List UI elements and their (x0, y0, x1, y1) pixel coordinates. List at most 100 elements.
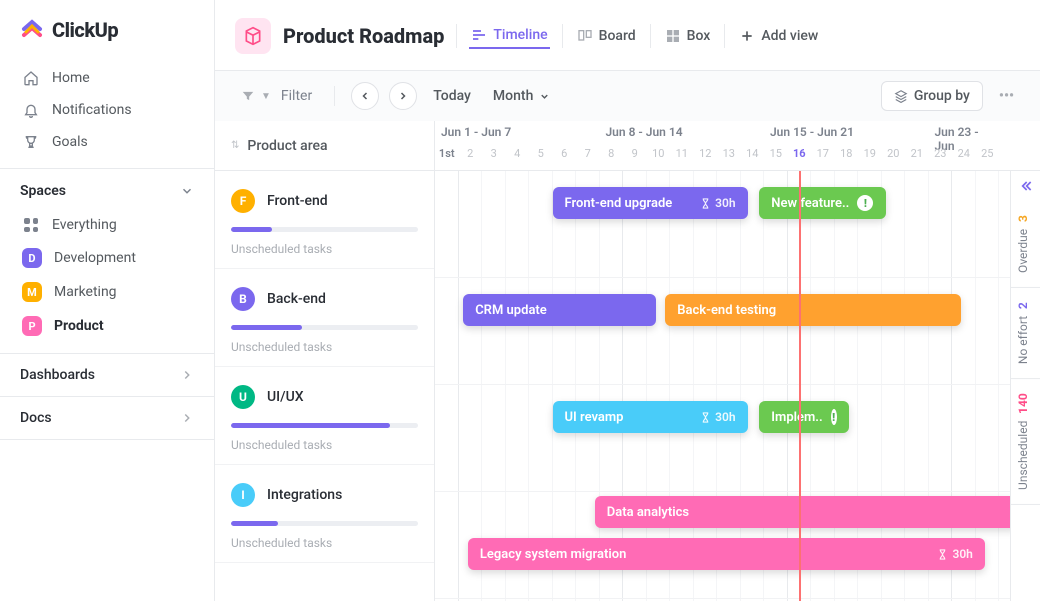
group-back-end[interactable]: B Back-end Unscheduled tasks (215, 269, 434, 367)
timeline-row[interactable]: UI revamp30h Implem..! (435, 385, 1040, 492)
group-front-end[interactable]: F Front-end Unscheduled tasks (215, 171, 434, 269)
task-bar[interactable]: Data analytics (595, 496, 1018, 528)
task-label: Data analytics (607, 505, 689, 520)
day-label: 12 (694, 147, 718, 171)
logo[interactable]: ClickUp (0, 0, 214, 62)
nav-goals[interactable]: Goals (8, 126, 206, 158)
board-icon (577, 28, 593, 44)
day-label: 8 (600, 147, 624, 171)
day-label: 21 (905, 147, 929, 171)
nav-home[interactable]: Home (8, 62, 206, 94)
group-name: Integrations (267, 487, 342, 503)
task-bar[interactable]: Front-end upgrade 30h (553, 187, 748, 219)
scale-dropdown[interactable]: Month (487, 84, 556, 108)
add-view[interactable]: Add view (737, 24, 820, 48)
task-bar[interactable]: Legacy system migration30h (468, 538, 985, 570)
chevron-left-icon (359, 90, 371, 102)
timeline-row[interactable]: CRM update Back-end testing (435, 278, 1040, 385)
group-column-header[interactable]: ⇅ Product area (215, 121, 434, 171)
tab-overdue[interactable]: Overdue 3 (1011, 201, 1040, 288)
day-label: 18 (835, 147, 859, 171)
task-bar[interactable]: Back-end testing (665, 294, 961, 326)
groupby-button[interactable]: Group by (881, 81, 983, 111)
task-bar[interactable]: UI revamp30h (553, 401, 748, 433)
space-product[interactable]: PProduct (8, 309, 206, 343)
filter-icon (241, 89, 255, 103)
tab-unscheduled[interactable]: Unscheduled 140 (1011, 379, 1040, 505)
bell-icon (22, 101, 40, 119)
group-badge: I (231, 483, 255, 507)
main: Product Roadmap Timeline Board Box Add v… (215, 0, 1040, 601)
week-label: Jun 23 - Jun (929, 121, 1000, 147)
right-panel-tabs: Overdue 3 No effort 2 Unscheduled 140 (1010, 171, 1040, 601)
home-icon (22, 69, 40, 87)
group-progress (231, 325, 418, 330)
group-integrations[interactable]: I Integrations Unscheduled tasks (215, 465, 434, 563)
day-label: 4 (506, 147, 530, 171)
page-icon[interactable] (235, 18, 271, 54)
day-label: 6 (553, 147, 577, 171)
chevron-down-icon (180, 184, 194, 198)
unscheduled-link[interactable]: Unscheduled tasks (231, 438, 418, 452)
grid-icon (22, 216, 40, 234)
timeline-row[interactable]: Data analytics Legacy system migration30h (435, 492, 1040, 599)
more-button[interactable]: ••• (993, 84, 1020, 108)
space-badge: D (22, 248, 42, 268)
plus-icon (739, 28, 755, 44)
task-label: Implem.. (771, 410, 822, 425)
day-label: 2 (459, 147, 483, 171)
group-badge: F (231, 189, 255, 213)
day-label: 10 (647, 147, 671, 171)
group-badge: B (231, 287, 255, 311)
space-badge: P (22, 316, 42, 336)
unscheduled-link[interactable]: Unscheduled tasks (231, 536, 418, 550)
task-bar[interactable]: CRM update (463, 294, 656, 326)
prev-button[interactable] (351, 82, 379, 110)
space-marketing[interactable]: MMarketing (8, 275, 206, 309)
day-label: 14 (741, 147, 765, 171)
collapse-button[interactable] (1011, 171, 1040, 201)
hourglass-icon (937, 549, 948, 560)
today-button[interactable]: Today (427, 84, 477, 108)
tab-no-effort[interactable]: No effort 2 (1011, 288, 1040, 379)
today-marker (799, 171, 801, 601)
view-timeline[interactable]: Timeline (469, 23, 549, 49)
spaces-everything[interactable]: Everything (8, 209, 206, 241)
task-label: Front-end upgrade (565, 196, 673, 211)
space-development[interactable]: DDevelopment (8, 241, 206, 275)
task-hours: 30h (700, 196, 735, 210)
sort-icon: ⇅ (231, 140, 239, 151)
group-name: Back-end (267, 291, 326, 307)
day-label: 1st (435, 147, 459, 171)
view-box[interactable]: Box (663, 24, 713, 48)
unscheduled-link[interactable]: Unscheduled tasks (231, 340, 418, 354)
group-progress (231, 227, 418, 232)
filter-button[interactable]: ▼ Filter (235, 84, 318, 108)
task-bar[interactable]: Implem..! (759, 401, 848, 433)
unscheduled-link[interactable]: Unscheduled tasks (231, 242, 418, 256)
timeline-area[interactable]: Jun 1 - Jun 7Jun 8 - Jun 14Jun 15 - Jun … (435, 121, 1040, 601)
view-board[interactable]: Board (575, 24, 638, 48)
timeline-icon (471, 27, 487, 43)
task-bar[interactable]: New feature..! (759, 187, 886, 219)
nav-dashboards[interactable]: Dashboards (0, 354, 214, 396)
alert-icon: ! (831, 409, 837, 425)
nav-notifications[interactable]: Notifications (8, 94, 206, 126)
next-button[interactable] (389, 82, 417, 110)
nav-docs[interactable]: Docs (0, 397, 214, 439)
logo-text: ClickUp (52, 18, 118, 42)
timeline-row[interactable]: Front-end upgrade 30h New feature..! (435, 171, 1040, 278)
day-label: 5 (529, 147, 553, 171)
group-progress (231, 521, 418, 526)
group-name: Front-end (267, 193, 328, 209)
day-label: 13 (717, 147, 741, 171)
day-label: 17 (811, 147, 835, 171)
box-icon (665, 28, 681, 44)
day-label: 25 (976, 147, 1000, 171)
day-label: 23 (929, 147, 953, 171)
day-label: 19 (858, 147, 882, 171)
cube-icon (243, 26, 263, 46)
spaces-header[interactable]: Spaces (0, 169, 214, 209)
group-column: ⇅ Product area F Front-end Unscheduled tas… (215, 121, 435, 601)
group-ui-ux[interactable]: UUI/UXUnscheduled tasks (215, 367, 434, 465)
